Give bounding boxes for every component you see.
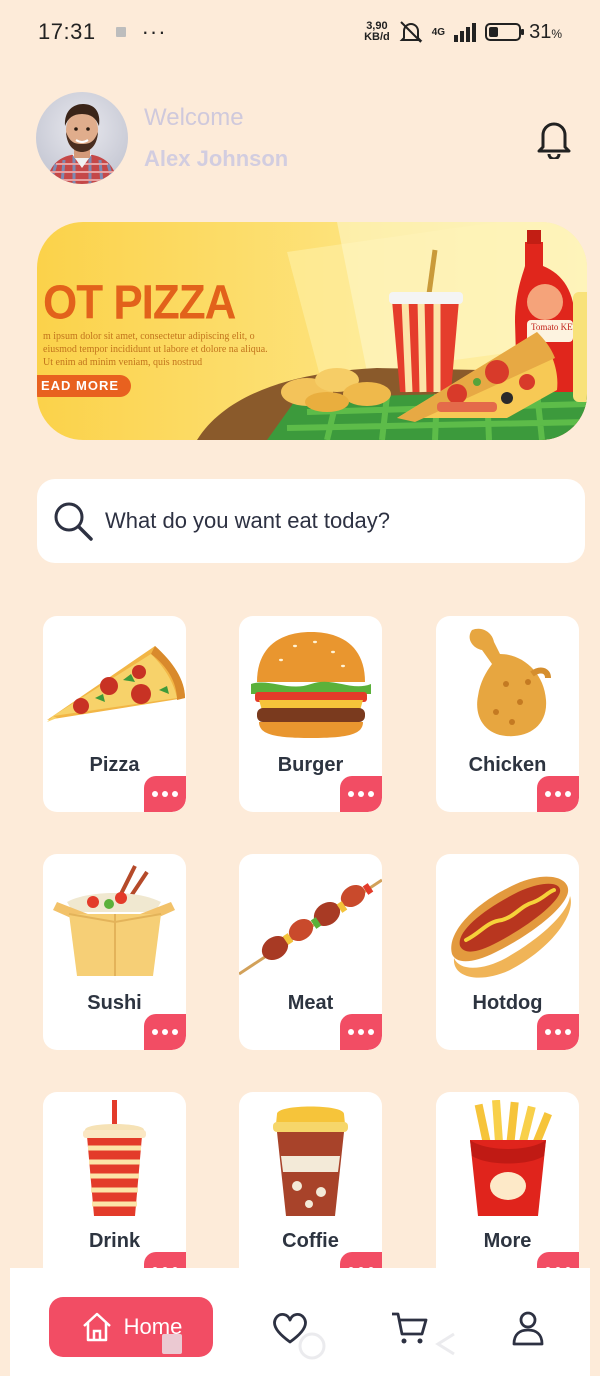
network-speed-unit: KB/d — [364, 31, 390, 43]
category-card-drink[interactable]: Drink — [43, 1092, 186, 1288]
more-options-button[interactable] — [144, 776, 186, 812]
search-icon — [54, 502, 93, 541]
category-label: Pizza — [89, 754, 140, 776]
burger-icon — [251, 632, 371, 738]
welcome-block: Welcome Alex Johnson — [144, 104, 288, 172]
category-label: More — [483, 1230, 532, 1252]
system-back-icon[interactable] — [432, 1330, 460, 1358]
skewer-icon — [239, 878, 382, 976]
signal-icon — [454, 23, 477, 42]
search-bar[interactable] — [37, 479, 585, 563]
promo-banner[interactable]: Tomato KETCHUP OT PIZZA m ipsum dolor si… — [37, 222, 587, 440]
status-bar: 17:31 ··· 3,90 KB/d 4G 31% — [0, 0, 600, 64]
battery-percent: 31% — [529, 21, 562, 44]
category-card-coffie[interactable]: Coffie — [239, 1092, 382, 1288]
more-options-button[interactable] — [340, 1014, 382, 1050]
status-right: 3,90 KB/d 4G 31% — [364, 19, 562, 45]
system-home-icon[interactable] — [296, 1330, 328, 1362]
welcome-text: Welcome — [144, 104, 244, 131]
category-label: Coffie — [282, 1230, 339, 1252]
more-options-button[interactable] — [340, 776, 382, 812]
header: Welcome Alex Johnson — [36, 90, 586, 186]
notification-square-icon — [115, 27, 126, 37]
category-card-pizza[interactable]: Pizza — [43, 616, 186, 812]
hotdog-icon — [451, 876, 571, 978]
more-options-button[interactable] — [537, 1014, 579, 1050]
category-card-hotdog[interactable]: Hotdog — [436, 854, 579, 1050]
category-card-chicken[interactable]: Chicken — [436, 616, 579, 812]
notifications-button[interactable] — [534, 116, 574, 160]
drink-cup-icon — [83, 1100, 146, 1216]
home-icon — [82, 1312, 111, 1342]
category-card-sushi[interactable]: Sushi — [43, 854, 186, 1050]
chicken-leg-icon — [469, 628, 551, 737]
category-label: Chicken — [468, 754, 547, 776]
more-options-button[interactable] — [537, 776, 579, 812]
battery-percent-value: 31 — [529, 20, 552, 43]
pizza-slice-icon — [47, 646, 185, 722]
network-type: 4G — [431, 26, 446, 38]
avatar[interactable] — [36, 92, 128, 184]
cart-icon[interactable] — [390, 1308, 430, 1348]
status-time: 17:31 — [38, 19, 96, 44]
nav-home-button[interactable]: Home — [49, 1297, 213, 1357]
coffee-cup-icon — [273, 1106, 348, 1216]
network-speed: 3,90 KB/d — [364, 21, 390, 43]
category-label: Meat — [287, 992, 334, 1014]
battery-fill — [489, 27, 498, 37]
user-icon[interactable] — [508, 1308, 548, 1348]
banner-title: OT PIZZA — [43, 275, 236, 330]
battery-icon — [485, 23, 525, 41]
category-card-meat[interactable]: Meat — [239, 854, 382, 1050]
category-card-more[interactable]: More — [436, 1092, 579, 1288]
user-name: Alex Johnson — [144, 146, 289, 171]
more-notifications-icon: ··· — [141, 19, 167, 44]
search-input[interactable] — [105, 508, 545, 534]
bell-icon — [537, 122, 571, 159]
category-label: Hotdog — [472, 992, 543, 1014]
read-more-button[interactable]: EAD MORE — [37, 375, 132, 397]
category-label: Burger — [277, 754, 344, 776]
system-recent-apps-icon[interactable] — [158, 1330, 186, 1358]
banner-description: m ipsum dolor sit amet, consectetur adip… — [43, 331, 268, 368]
more-options-button[interactable] — [144, 1014, 186, 1050]
category-label: Sushi — [87, 992, 142, 1014]
category-label: Drink — [88, 1230, 141, 1252]
noodle-box-icon — [53, 865, 175, 976]
battery-percent-unit: % — [551, 26, 562, 41]
fries-icon — [470, 1100, 552, 1216]
category-card-burger[interactable]: Burger — [239, 616, 382, 812]
bell-muted-icon — [399, 21, 423, 43]
avatar-image — [46, 104, 118, 184]
